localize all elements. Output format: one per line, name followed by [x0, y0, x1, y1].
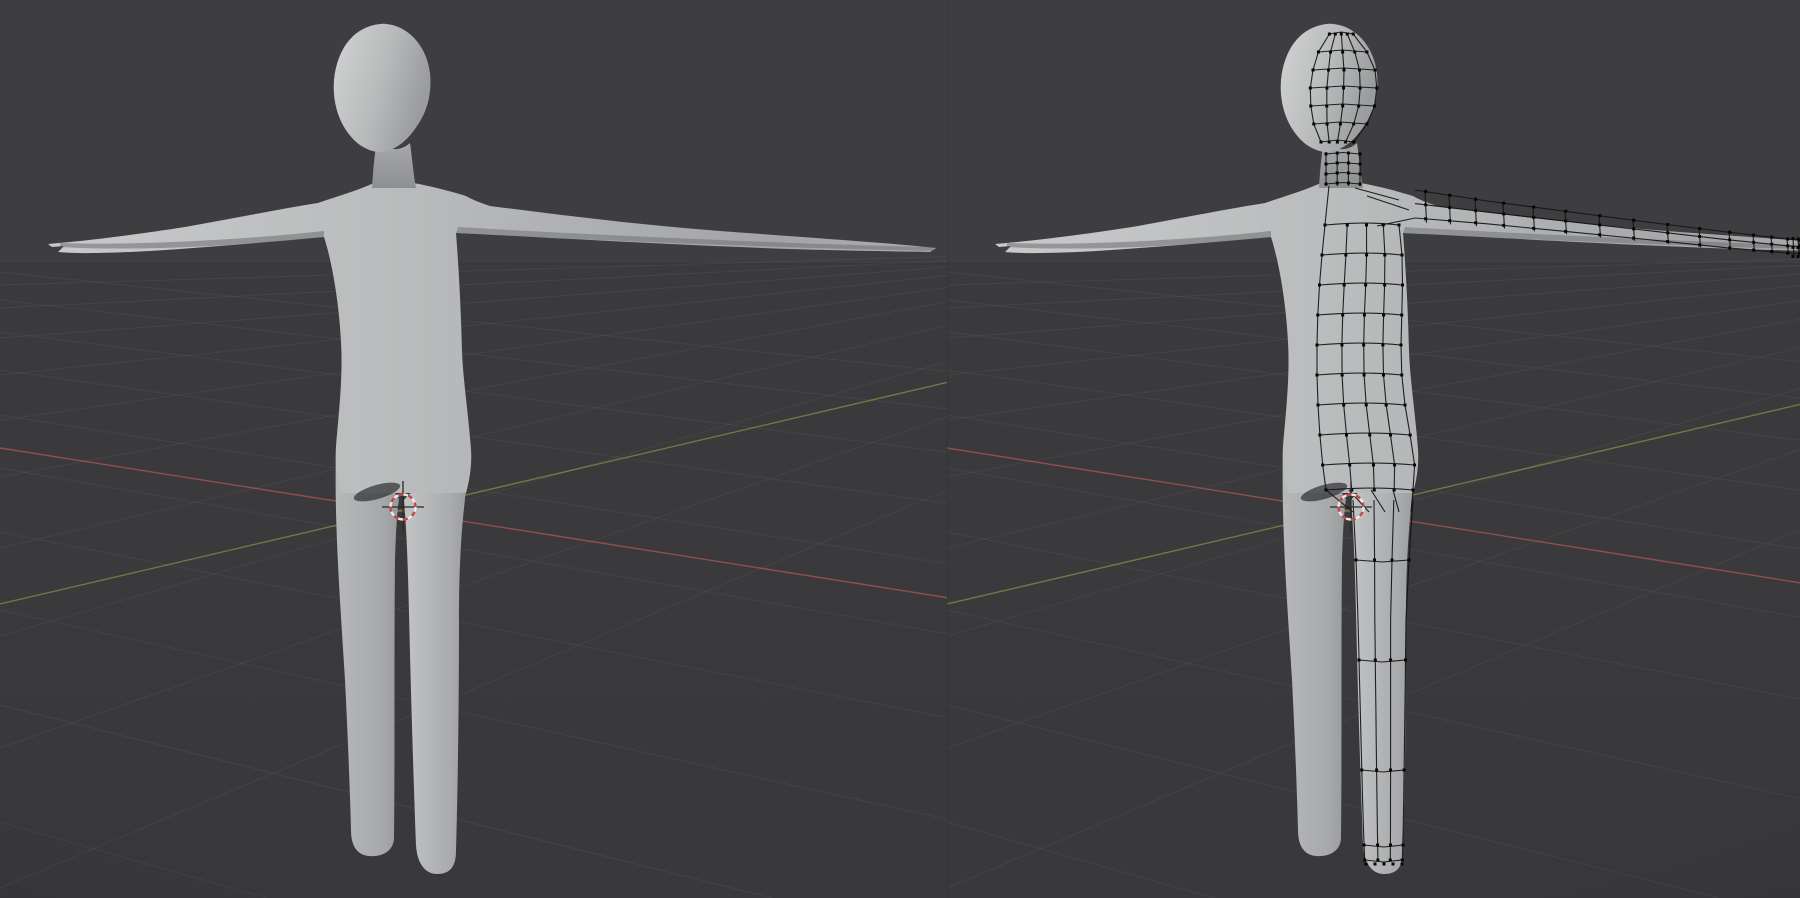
- viewport-edit[interactable]: [947, 0, 1800, 898]
- viewport-background: [0, 0, 947, 898]
- scene-shaded: [0, 0, 947, 898]
- viewport-shaded[interactable]: [0, 0, 947, 898]
- blender-viewport-screenshot: [0, 0, 1800, 898]
- scene-edit: [947, 0, 1800, 898]
